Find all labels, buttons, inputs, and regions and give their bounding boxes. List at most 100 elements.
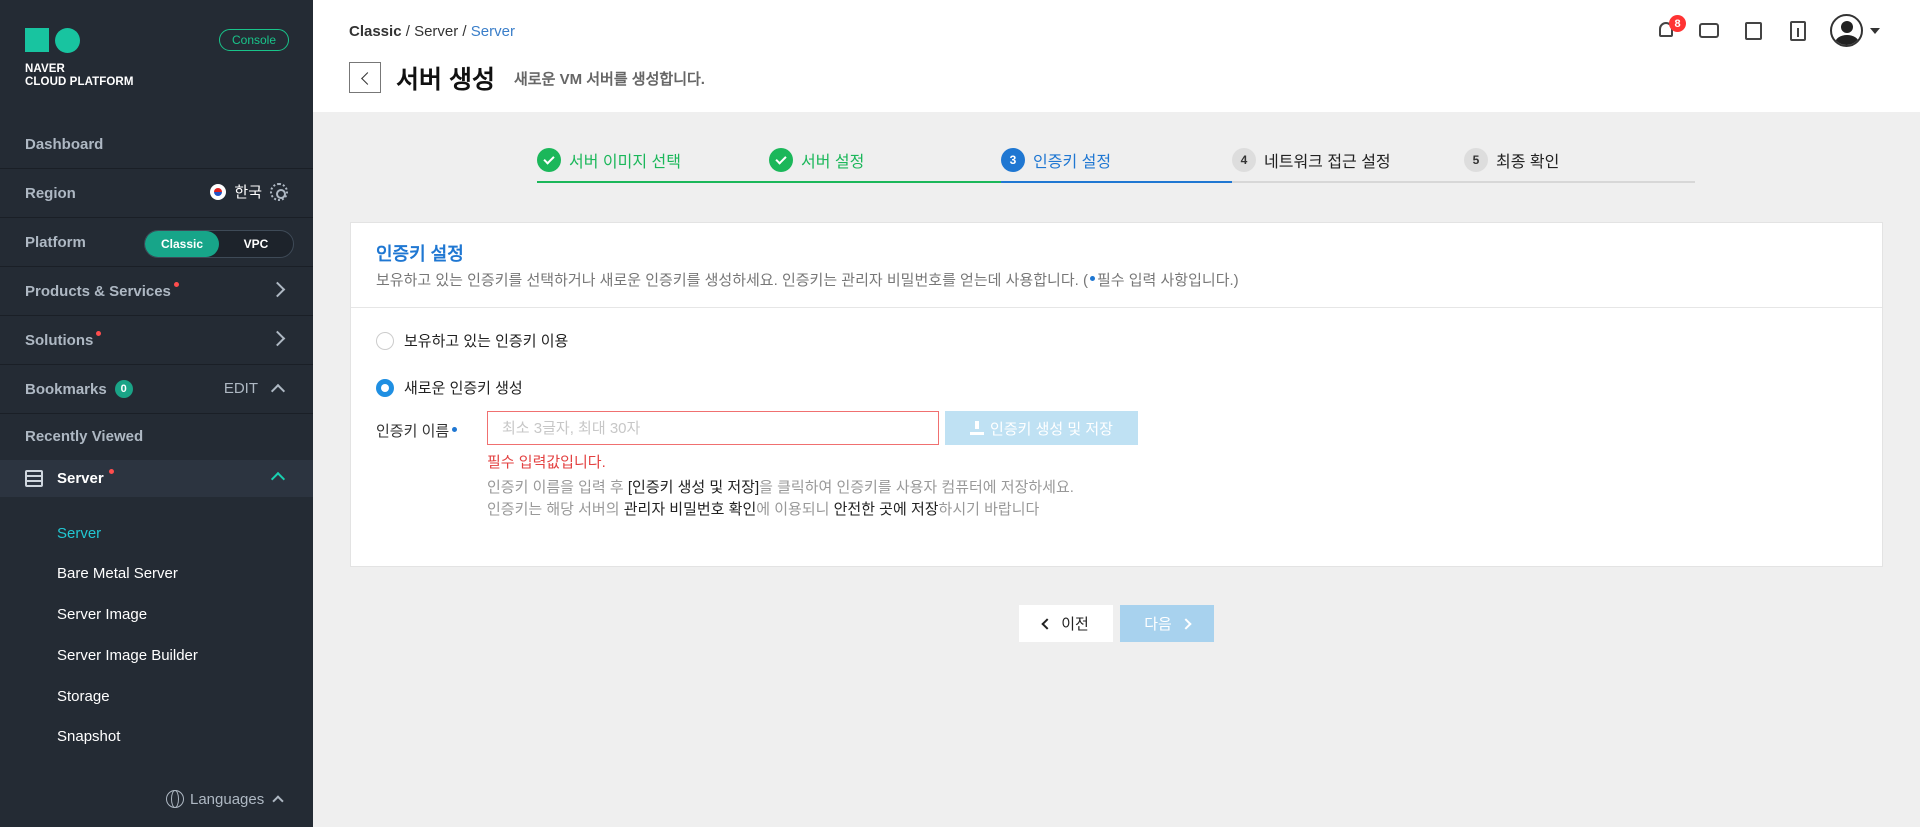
naver-logo-icon[interactable] [25, 28, 81, 56]
sidebar-item-server-group[interactable]: Server [0, 460, 313, 497]
chevron-up-icon[interactable] [270, 383, 286, 399]
sidebar-item-products[interactable]: Products & Services [0, 267, 313, 316]
globe-icon [166, 790, 184, 808]
card-header: 인증키 설정 보유하고 있는 인증키를 선택하거나 새로운 인증키를 생성하세요… [351, 223, 1882, 308]
step-label: 네트워크 접근 설정 [1264, 154, 1391, 171]
chevron-right-icon [1180, 617, 1192, 630]
memo-icon[interactable] [1743, 20, 1765, 42]
sidebar-subitem-storage[interactable]: Storage [57, 688, 110, 705]
platform-classic-option[interactable]: Classic [145, 231, 219, 257]
option-existing-key[interactable]: 보유하고 있는 인증키 이용 [376, 330, 568, 351]
server-icon [25, 470, 43, 487]
products-label: Products & Services [25, 282, 171, 300]
caret-down-icon[interactable] [1870, 28, 1880, 34]
languages-selector[interactable]: Languages [166, 790, 284, 808]
bookmarks-edit-button[interactable]: EDIT [224, 380, 258, 397]
option-existing-label[interactable]: 보유하고 있는 인증키 이용 [404, 330, 568, 351]
option-new-key[interactable]: 새로운 인증키 생성 [376, 377, 523, 398]
step-3: 3 인증키 설정 [1001, 148, 1111, 172]
chevron-up-icon [272, 795, 284, 807]
console-button[interactable]: Console [219, 29, 289, 51]
new-dot [96, 330, 102, 336]
chat-icon[interactable] [1698, 20, 1720, 42]
sidebar-item-solutions[interactable]: Solutions [0, 316, 313, 365]
sidebar-item-dashboard[interactable]: Dashboard [0, 120, 313, 169]
sidebar-subitem-snapshot[interactable]: Snapshot [57, 728, 120, 745]
desc-required: 필수 입력 사항입니다.) [1096, 272, 1239, 289]
generate-button-label: 인증키 생성 및 저장 [990, 420, 1113, 438]
sidebar-item-bookmarks[interactable]: Bookmarks 0 EDIT [0, 365, 313, 414]
required-dot [1089, 276, 1095, 281]
radio-existing-key[interactable] [376, 331, 394, 350]
breadcrumb-item[interactable]: Server [414, 23, 458, 40]
card-description: 보유하고 있는 인증키를 선택하거나 새로운 인증키를 생성하세요. 인증키는 … [376, 269, 1239, 290]
sidebar-subitem-server-image-builder[interactable]: Server Image Builder [57, 647, 198, 664]
download-icon [970, 421, 985, 435]
chevron-up-icon [270, 471, 286, 487]
breadcrumb-item-current[interactable]: Server [471, 23, 515, 40]
step-2[interactable]: 서버 설정 [769, 148, 864, 172]
help-text-1: 인증키 이름을 입력 후 [인증키 생성 및 저장]을 클릭하여 인증키를 사용… [487, 479, 1074, 496]
back-button[interactable] [349, 62, 381, 93]
page-subtitle: 새로운 VM 서버를 생성합니다. [514, 71, 705, 88]
sidebar-item-recently-viewed[interactable]: Recently Viewed [0, 414, 313, 459]
platform-vpc-option[interactable]: VPC [219, 231, 293, 257]
sidebar-subitem-bare-metal-server[interactable]: Bare Metal Server [57, 565, 178, 582]
step-1[interactable]: 서버 이미지 선택 [537, 148, 681, 172]
new-dot [173, 281, 179, 287]
region-value[interactable]: 한국 [234, 181, 262, 202]
platform-label: Platform [25, 233, 86, 251]
step-line-done [537, 181, 1001, 183]
step-number: 4 [1232, 148, 1256, 172]
previous-button[interactable]: 이전 [1019, 605, 1113, 642]
sidebar-subitem-server[interactable]: Server [57, 525, 101, 542]
step-label: 최종 확인 [1496, 154, 1560, 171]
breadcrumb-item[interactable]: Classic [349, 23, 402, 40]
bookmarks-label: Bookmarks [25, 380, 107, 398]
option-new-label[interactable]: 새로운 인증키 생성 [404, 377, 523, 398]
step-number: 5 [1464, 148, 1488, 172]
card-title: 인증키 설정 [376, 244, 464, 264]
languages-label: Languages [190, 790, 265, 808]
server-group-label: Server [57, 470, 104, 487]
chevron-right-icon [269, 281, 286, 298]
info-icon[interactable] [1787, 20, 1809, 42]
sidebar-item-region: Region 한국 [0, 169, 313, 218]
auth-key-name-label: 인증키 이름 [376, 420, 458, 441]
bookmarks-count-badge: 0 [114, 380, 133, 398]
auth-key-card: 인증키 설정 보유하고 있는 인증키를 선택하거나 새로운 인증키를 생성하세요… [350, 222, 1883, 567]
step-label: 인증키 설정 [1033, 154, 1112, 171]
gear-icon[interactable] [270, 182, 288, 201]
bell-icon[interactable]: 8 [1656, 15, 1686, 42]
solutions-label: Solutions [25, 331, 94, 349]
step-progress: 서버 이미지 선택 서버 설정 3 인증키 설정 4 네트워크 접근 설정 5 … [537, 148, 1695, 185]
sidebar: NAVER CLOUD PLATFORM Console Dashboard R… [0, 0, 313, 827]
error-message: 필수 입력값입니다. [487, 454, 606, 471]
sidebar-subitem-server-image[interactable]: Server Image [57, 606, 147, 623]
region-label: Region [25, 184, 76, 202]
next-button[interactable]: 다음 [1120, 605, 1214, 642]
check-icon [537, 148, 561, 172]
sidebar-item-platform: Platform Classic VPC [0, 218, 313, 267]
avatar[interactable] [1830, 14, 1863, 47]
step-line-current [1001, 181, 1232, 183]
next-label: 다음 [1144, 616, 1172, 633]
step-4: 4 네트워크 접근 설정 [1232, 148, 1391, 172]
auth-key-name-input[interactable] [487, 411, 939, 445]
breadcrumb: Classic / Server / Server [349, 23, 515, 40]
platform-toggle[interactable]: Classic VPC [144, 230, 294, 258]
korea-flag-icon [210, 183, 227, 200]
dashboard-label: Dashboard [25, 135, 104, 153]
step-number: 3 [1001, 148, 1025, 172]
desc-main: 보유하고 있는 인증키를 선택하거나 새로운 인증키를 생성하세요. 인증키는 … [376, 272, 1088, 289]
generate-save-key-button[interactable]: 인증키 생성 및 저장 [945, 411, 1138, 445]
step-label: 서버 이미지 선택 [569, 154, 681, 171]
recently-viewed-label: Recently Viewed [25, 428, 144, 445]
notification-count-badge: 8 [1669, 15, 1686, 32]
previous-label: 이전 [1061, 616, 1089, 633]
check-icon [769, 148, 793, 172]
step-label: 서버 설정 [801, 154, 865, 171]
radio-new-key[interactable] [376, 378, 394, 397]
step-5: 5 최종 확인 [1464, 148, 1559, 172]
page-title: 서버 생성 [396, 66, 495, 94]
